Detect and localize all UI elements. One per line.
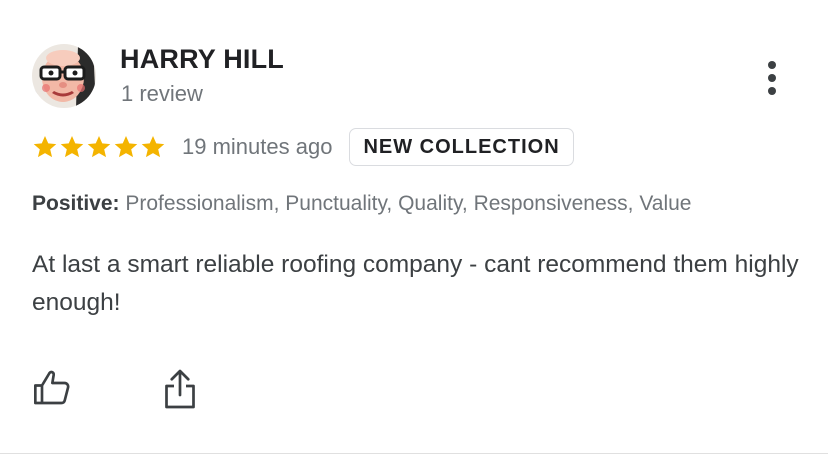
positive-attributes: Positive: Professionalism, Punctuality, …	[32, 192, 691, 216]
reviewer-avatar[interactable]	[32, 44, 96, 108]
star-rating	[32, 134, 166, 160]
review-count[interactable]: 1 review	[121, 81, 203, 107]
more-vert-icon-dot	[768, 61, 776, 69]
share-button[interactable]	[162, 368, 198, 410]
review-text: At last a smart reliable roofing company…	[32, 251, 799, 316]
star-icon	[59, 134, 85, 160]
rating-row: 19 minutes ago NEW COLLECTION	[32, 126, 574, 168]
star-icon	[32, 134, 58, 160]
more-vert-icon-dot	[768, 87, 776, 95]
reviewer-name[interactable]: HARRY HILL	[120, 44, 284, 75]
star-icon	[86, 134, 112, 160]
more-vert-icon-dot	[768, 74, 776, 82]
attributes-values: Professionalism, Punctuality, Quality, R…	[125, 192, 692, 215]
attributes-label: Positive:	[32, 192, 120, 215]
avatar-face-icon	[32, 44, 96, 108]
share-icon	[165, 369, 195, 409]
new-collection-badge: NEW COLLECTION	[349, 128, 574, 166]
star-icon	[140, 134, 166, 160]
thumbs-up-icon	[34, 370, 70, 405]
star-icon	[113, 134, 139, 160]
more-options-button[interactable]	[752, 56, 792, 100]
review-time: 19 minutes ago	[182, 134, 333, 159]
like-button[interactable]	[32, 368, 72, 408]
bottom-divider	[0, 453, 828, 454]
